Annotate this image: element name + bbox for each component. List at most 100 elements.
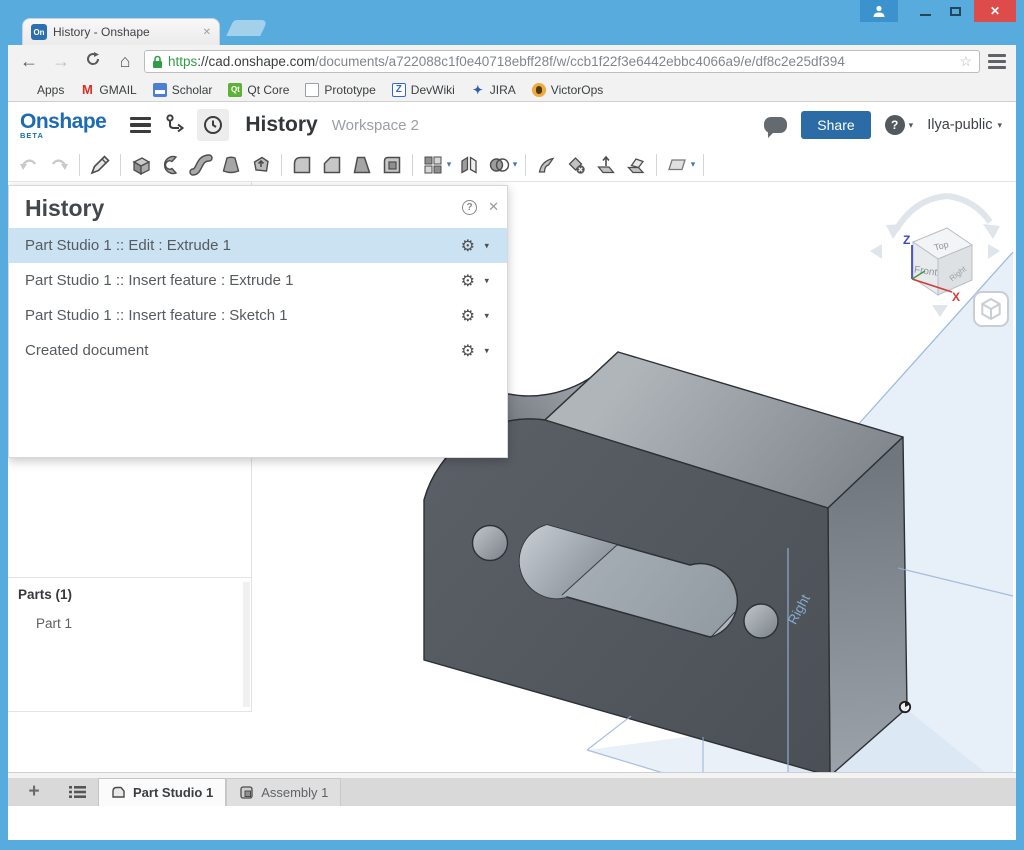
browser-navbar: ← → ⌂ https://cad.onshape.com/documents/… [8, 45, 1016, 78]
history-close-icon[interactable]: ✕ [488, 199, 499, 215]
versions-branch-icon[interactable] [165, 112, 187, 139]
apps-grid-icon [18, 83, 32, 97]
bookmark-prototype[interactable]: Prototype [305, 83, 375, 97]
gear-icon[interactable]: ⚙ [461, 271, 475, 291]
history-row[interactable]: Created document ⚙ ▾ [9, 333, 507, 368]
user-menu[interactable]: Ilya-public ▾ [927, 117, 1002, 133]
bookmark-apps[interactable]: Apps [18, 83, 64, 97]
history-help-icon[interactable]: ? [462, 200, 477, 215]
chevron-down-icon[interactable]: ▾ [484, 275, 489, 286]
history-panel: History ? ✕ Part Studio 1 :: Edit : Extr… [8, 185, 508, 458]
onshape-logo[interactable]: Onshape BETA [20, 111, 106, 140]
graphics-area: Right Top [8, 182, 1016, 806]
bookmark-star-icon[interactable]: ☆ [959, 53, 972, 70]
draft-button[interactable] [347, 151, 377, 179]
victorops-icon [532, 83, 546, 97]
scholar-icon [153, 83, 167, 97]
browser-tab[interactable]: On History - Onshape ✕ [22, 18, 220, 45]
gmail-icon: M [80, 83, 94, 97]
document-tab-bar: + Part Studio 1 [8, 772, 1016, 806]
shell-button[interactable] [377, 151, 407, 179]
parts-header: Parts (1) [18, 587, 241, 602]
replace-face-button[interactable] [621, 151, 651, 179]
history-row[interactable]: Part Studio 1 :: Edit : Extrude 1 ⚙ ▾ [9, 228, 507, 263]
extrude-button[interactable] [126, 151, 156, 179]
bookmark-victorops[interactable]: VictorOps [532, 83, 603, 97]
profile-button[interactable] [860, 0, 898, 22]
comments-icon[interactable] [764, 117, 787, 133]
chamfer-button[interactable] [317, 151, 347, 179]
undo-button[interactable] [14, 151, 44, 179]
bookmark-jira[interactable]: ✦JIRA [471, 83, 516, 97]
move-face-button[interactable] [591, 151, 621, 179]
arrow-down-icon [932, 305, 948, 317]
bookmark-devwiki[interactable]: ZDevWiki [392, 83, 455, 97]
bookmarks-bar: Apps MGMAIL Scholar QtQt Core Prototype … [8, 78, 1016, 102]
title-bar: On History - Onshape ✕ ✕ [8, 0, 1016, 45]
axis-z-label: Z [903, 233, 910, 247]
part-list-item[interactable]: Part 1 [36, 616, 241, 631]
add-tab-button[interactable]: + [12, 778, 56, 806]
bookmark-qtcore[interactable]: QtQt Core [228, 83, 289, 97]
gear-icon[interactable]: ⚙ [461, 236, 475, 256]
share-button[interactable]: Share [801, 111, 870, 139]
gear-icon[interactable]: ⚙ [461, 341, 475, 361]
maximize-button[interactable] [940, 0, 970, 22]
url-scheme: https [168, 54, 197, 69]
bookmark-scholar[interactable]: Scholar [153, 83, 213, 97]
jira-icon: ✦ [471, 83, 485, 97]
origin-marker[interactable] [900, 702, 910, 712]
person-icon [872, 4, 886, 18]
history-panel-header: History ? ✕ [9, 186, 507, 228]
redo-button[interactable] [44, 151, 74, 179]
tab-list-button[interactable] [56, 778, 98, 806]
history-row[interactable]: Part Studio 1 :: Insert feature : Extrud… [9, 263, 507, 298]
tab-close-icon[interactable]: ✕ [203, 27, 211, 38]
app-header: Onshape BETA History Workspace 2 [8, 102, 1016, 148]
history-clock-button[interactable] [197, 109, 229, 141]
forward-button[interactable]: → [48, 51, 74, 72]
chevron-down-icon[interactable]: ▾ [484, 310, 489, 321]
close-button[interactable]: ✕ [974, 0, 1016, 22]
revolve-button[interactable] [156, 151, 186, 179]
minimize-button[interactable] [910, 0, 940, 22]
tab-part-studio-1[interactable]: Part Studio 1 [98, 778, 226, 806]
pattern-dropdown-icon[interactable]: ▾ [444, 159, 454, 170]
reload-button[interactable] [80, 51, 106, 72]
parts-scrollbar[interactable] [243, 582, 250, 707]
tab-title: History - Onshape [53, 25, 197, 39]
chevron-down-icon: ▾ [997, 120, 1002, 131]
bookmark-gmail[interactable]: MGMAIL [80, 83, 136, 97]
mirror-button[interactable] [454, 151, 484, 179]
chevron-down-icon[interactable]: ▾ [484, 345, 489, 356]
parts-section: Parts (1) Part 1 [8, 577, 251, 640]
gear-icon[interactable]: ⚙ [461, 306, 475, 326]
back-button[interactable]: ← [16, 51, 42, 72]
history-row[interactable]: Part Studio 1 :: Insert feature : Sketch… [9, 298, 507, 333]
plane-dropdown-icon[interactable]: ▾ [688, 159, 698, 170]
arrow-right-icon [988, 244, 1000, 259]
boolean-dropdown-icon[interactable]: ▾ [510, 159, 520, 170]
maximize-icon [950, 7, 961, 16]
sketch-button[interactable] [85, 151, 115, 179]
delete-face-button[interactable] [561, 151, 591, 179]
isometric-view-button[interactable] [974, 292, 1008, 326]
workspace-name: Workspace 2 [332, 117, 419, 134]
qt-icon: Qt [228, 83, 242, 97]
reload-icon [85, 51, 101, 67]
url-path: /documents/a722088c1f0e40718ebff28f/w/cc… [315, 54, 845, 69]
help-menu[interactable]: ? ▾ [885, 115, 914, 135]
new-tab-button[interactable] [226, 20, 267, 36]
chrome-menu-icon[interactable] [986, 54, 1008, 69]
sweep-button[interactable] [186, 151, 216, 179]
address-bar[interactable]: https://cad.onshape.com/documents/a72208… [144, 50, 980, 73]
user-name: Ilya-public [927, 117, 992, 133]
modify-fillet-button[interactable] [531, 151, 561, 179]
document-menu-icon[interactable] [130, 117, 151, 134]
chevron-down-icon[interactable]: ▾ [484, 240, 489, 251]
thicken-button[interactable] [246, 151, 276, 179]
loft-button[interactable] [216, 151, 246, 179]
home-button[interactable]: ⌂ [112, 51, 138, 72]
tab-assembly-1[interactable]: Assembly 1 [226, 778, 341, 806]
fillet-button[interactable] [287, 151, 317, 179]
